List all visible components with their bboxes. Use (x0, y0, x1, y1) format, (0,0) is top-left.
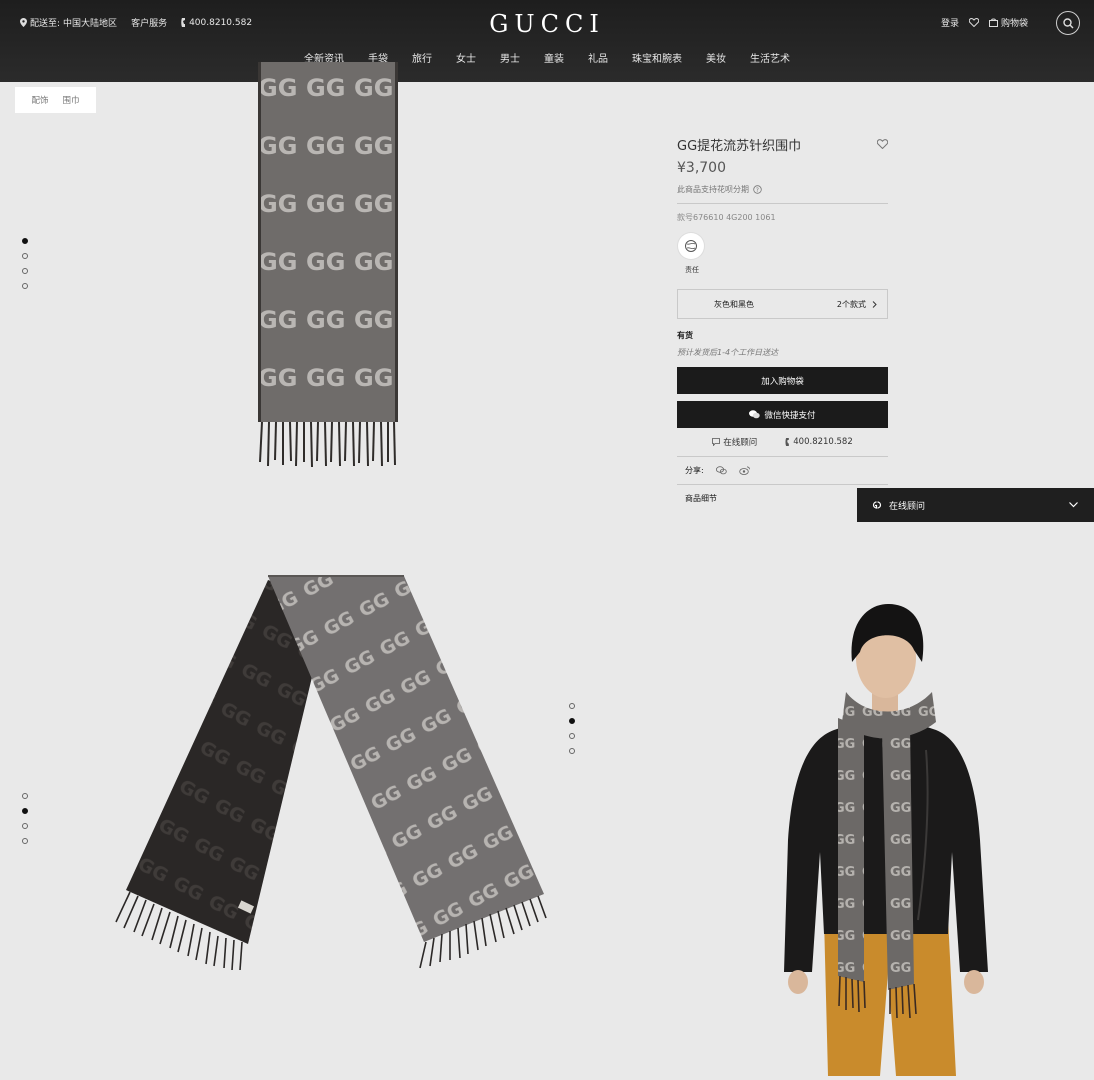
product-title: GG提花流苏针织围巾 (677, 139, 802, 154)
shopping-bag-link[interactable]: 购物袋 (988, 16, 1028, 29)
divider (677, 203, 888, 204)
variant-count-group: 2个款式 (837, 299, 877, 310)
shopping-bag-icon (988, 18, 998, 27)
contact-row: 在线顾问 400.8210.582 (677, 436, 888, 448)
question-circle-icon[interactable]: ? (753, 185, 762, 194)
installment-text: 此商品支持花呗分期 (677, 185, 749, 194)
site-header: 配送至: 中国大陆地区 客户服务 400.8210.582 GUCCI 登录 购… (0, 0, 1094, 82)
nav-item-men[interactable]: 男士 (500, 50, 520, 65)
gallery-dot[interactable] (22, 238, 28, 244)
product-phone: 400.8210.582 (793, 437, 853, 447)
gallery-dot[interactable] (22, 823, 28, 829)
search-button[interactable] (1056, 11, 1080, 35)
divider (677, 484, 888, 485)
chat-bar-left: 在线顾问 (871, 499, 925, 512)
variant-count: 2个款式 (836, 299, 866, 309)
gallery-dot[interactable] (22, 268, 28, 274)
gallery-dot[interactable] (22, 838, 28, 844)
gucci-logo[interactable]: GUCCI (0, 10, 1094, 38)
breadcrumb-scarves[interactable]: 围巾 (63, 94, 80, 106)
svg-text:?: ? (756, 187, 759, 194)
online-advisor-chat-bar[interactable]: 在线顾问 (857, 488, 1094, 522)
product-image-scarf-front: GG (258, 62, 398, 468)
wechat-icon (749, 410, 761, 419)
breadcrumb-accessories[interactable]: 配饰 (31, 94, 48, 106)
product-image-model: GG (784, 604, 988, 1076)
nav-item-beauty[interactable]: 美妆 (706, 50, 726, 65)
responsibility-label: 责任 (685, 266, 699, 274)
product-info-panel: GG提花流苏针织围巾 ¥3,700 此商品支持花呗分期 ? 款号676610 4… (677, 135, 888, 504)
nav-item-gifts[interactable]: 礼品 (588, 50, 608, 65)
gallery-dots-bottom (22, 793, 28, 844)
product-phone-link[interactable]: 400.8210.582 (785, 437, 853, 447)
nav-item-children[interactable]: 童装 (544, 50, 564, 65)
online-advisor-label: 在线顾问 (723, 438, 758, 448)
installment-note: 此商品支持花呗分期 ? (677, 184, 888, 195)
gallery-dot[interactable] (22, 253, 28, 259)
phone-icon (785, 438, 790, 446)
gallery-dot[interactable] (569, 748, 575, 754)
chevron-right-icon (872, 300, 877, 308)
breadcrumb: 配饰 围巾 (15, 87, 96, 113)
online-advisor-link[interactable]: 在线顾问 (712, 436, 757, 448)
color-variant-selector[interactable]: 灰色和黑色 2个款式 (677, 289, 888, 319)
gucci-gg-icon (872, 501, 882, 509)
login-link[interactable]: 登录 (941, 16, 959, 29)
responsibility-badge[interactable] (678, 233, 704, 259)
gallery-dot[interactable] (569, 733, 575, 739)
product-sku: 款号676610 4G200 1061 (677, 213, 776, 222)
nav-item-women[interactable]: 女士 (456, 50, 476, 65)
gallery-dots-middle (569, 703, 575, 754)
gallery-dot[interactable] (22, 793, 28, 799)
gallery-dot[interactable] (569, 718, 575, 724)
stock-status: 有货 (677, 331, 693, 340)
gallery-dot[interactable] (569, 703, 575, 709)
wechat-pay-label: 微信快捷支付 (764, 410, 816, 421)
product-image-scarf-flat: GG GG (115, 575, 547, 971)
shopping-bag-label: 购物袋 (1000, 19, 1028, 29)
wechat-pay-button[interactable]: 微信快捷支付 (677, 401, 888, 428)
nav-item-travel[interactable]: 旅行 (412, 50, 432, 65)
divider (677, 456, 888, 457)
variant-name: 灰色和黑色 (714, 299, 754, 309)
product-price: ¥3,700 (677, 160, 726, 176)
gallery-dot[interactable] (22, 808, 28, 814)
share-row: 分享: (677, 465, 888, 476)
header-utility-right: 登录 购物袋 (941, 16, 1028, 29)
share-label: 分享: (685, 466, 704, 475)
weibo-share-icon[interactable] (739, 466, 750, 475)
nav-item-jewelry-watches[interactable]: 珠宝和腕表 (632, 50, 682, 65)
chat-bar-label: 在线顾问 (889, 501, 926, 512)
shipping-estimate: 预计发货后1-4个工作日送达 (677, 348, 779, 357)
add-to-bag-button[interactable]: 加入购物袋 (677, 367, 888, 394)
main-navigation: 全新资讯 手袋 旅行 女士 男士 童装 礼品 珠宝和腕表 美妆 生活艺术 (0, 50, 1094, 65)
favorite-heart-icon[interactable] (877, 139, 888, 149)
globe-leaf-icon (685, 240, 697, 252)
search-icon (1062, 17, 1073, 28)
gallery-dot[interactable] (22, 283, 28, 289)
gallery-dots-top (22, 238, 28, 289)
wechat-share-icon[interactable] (715, 466, 727, 475)
nav-item-lifestyle[interactable]: 生活艺术 (750, 50, 790, 65)
chat-bubble-icon (712, 438, 721, 446)
wishlist-heart-icon[interactable] (968, 18, 979, 27)
add-to-bag-label: 加入购物袋 (761, 376, 804, 387)
chevron-down-icon[interactable] (1069, 502, 1078, 508)
